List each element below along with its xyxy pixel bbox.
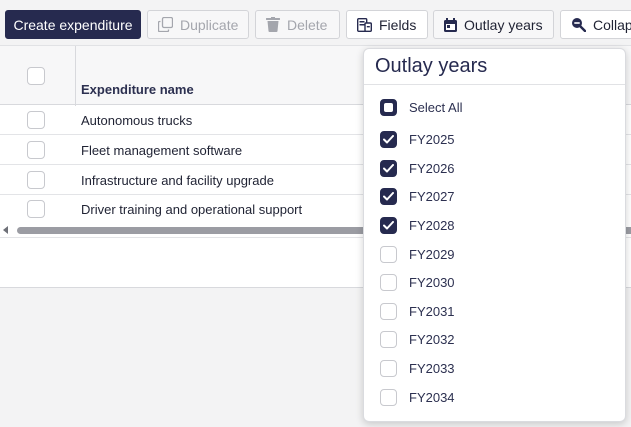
year-checkbox[interactable] [380,359,397,377]
select-all-option[interactable]: Select All [380,95,610,119]
year-option[interactable]: FY2030 [380,270,610,294]
year-checkbox[interactable] [380,302,397,320]
toolbar: Create expenditure Duplicate Delete Fiel… [0,0,631,46]
year-checkbox[interactable] [380,159,397,177]
create-expenditure-button[interactable]: Create expenditure [5,10,141,39]
year-label: FY2025 [409,131,455,147]
select-all-checkbox[interactable] [380,98,397,116]
row-checkbox[interactable] [27,171,45,189]
row-checkbox[interactable] [27,200,45,218]
delete-label: Delete [287,16,328,33]
create-expenditure-label: Create expenditure [13,16,133,33]
year-option[interactable]: FY2031 [380,299,610,323]
year-option[interactable]: FY2032 [380,327,610,351]
duplicate-label: Duplicate [180,16,239,33]
year-option[interactable]: FY2027 [380,184,610,208]
year-label: FY2029 [409,246,455,262]
year-checkbox[interactable] [380,187,397,205]
collapse-label: Collap [593,16,631,33]
select-all-rows-checkbox[interactable] [27,67,45,85]
popup-title: Outlay years [375,55,488,77]
fields-button[interactable]: Fields [346,10,428,39]
scroll-left-arrow-icon[interactable] [3,226,8,234]
year-label: FY2032 [409,331,455,347]
row-checkbox[interactable] [27,141,45,159]
year-checkbox[interactable] [380,273,397,291]
duplicate-button[interactable]: Duplicate [147,10,249,39]
expenditure-name-cell: Driver training and operational support [81,202,303,217]
collapse-button[interactable]: Collap [560,10,631,39]
checkmark-icon [383,134,394,143]
year-checkbox[interactable] [380,130,397,148]
duplicate-icon [158,17,173,32]
expenditure-name-cell: Fleet management software [81,143,243,158]
expenditure-name-cell: Autonomous trucks [81,113,193,128]
year-label: FY2028 [409,217,455,233]
checkmark-icon [383,163,394,172]
outlay-years-button[interactable]: Outlay years [433,10,554,39]
expenditure-name-header[interactable]: Expenditure name [81,82,194,97]
year-option[interactable]: FY2034 [380,385,610,409]
year-checkbox[interactable] [380,330,397,348]
delete-button[interactable]: Delete [255,10,340,39]
year-option[interactable]: FY2026 [380,156,610,180]
year-checkbox[interactable] [380,388,397,406]
row-checkbox[interactable] [27,111,45,129]
year-label: FY2033 [409,360,455,376]
year-label: FY2027 [409,188,455,204]
year-option[interactable]: FY2029 [380,242,610,266]
year-option[interactable]: FY2025 [380,127,610,151]
popup-divider [364,84,625,85]
trash-icon [266,17,280,32]
outlay-years-popup: Outlay years Select All FY2025 FY2026 FY20… [363,48,626,422]
select-all-label: Select All [409,99,463,115]
year-checkbox[interactable] [380,216,397,234]
year-option[interactable]: FY2028 [380,213,610,237]
year-label: FY2034 [409,389,455,405]
year-label: FY2030 [409,274,455,290]
calendar-icon [444,17,457,32]
year-checkbox[interactable] [380,245,397,263]
checkmark-icon [383,191,394,200]
year-label: FY2026 [409,160,455,176]
zoom-out-icon [571,17,586,32]
expenditure-name-cell: Infrastructure and facility upgrade [81,173,274,188]
year-label: FY2031 [409,303,455,319]
fields-label: Fields [379,16,417,33]
year-option[interactable]: FY2033 [380,356,610,380]
checkmark-icon [383,220,394,229]
fields-icon [357,17,372,32]
outlay-years-label: Outlay years [464,16,543,33]
header-divider [75,46,76,106]
